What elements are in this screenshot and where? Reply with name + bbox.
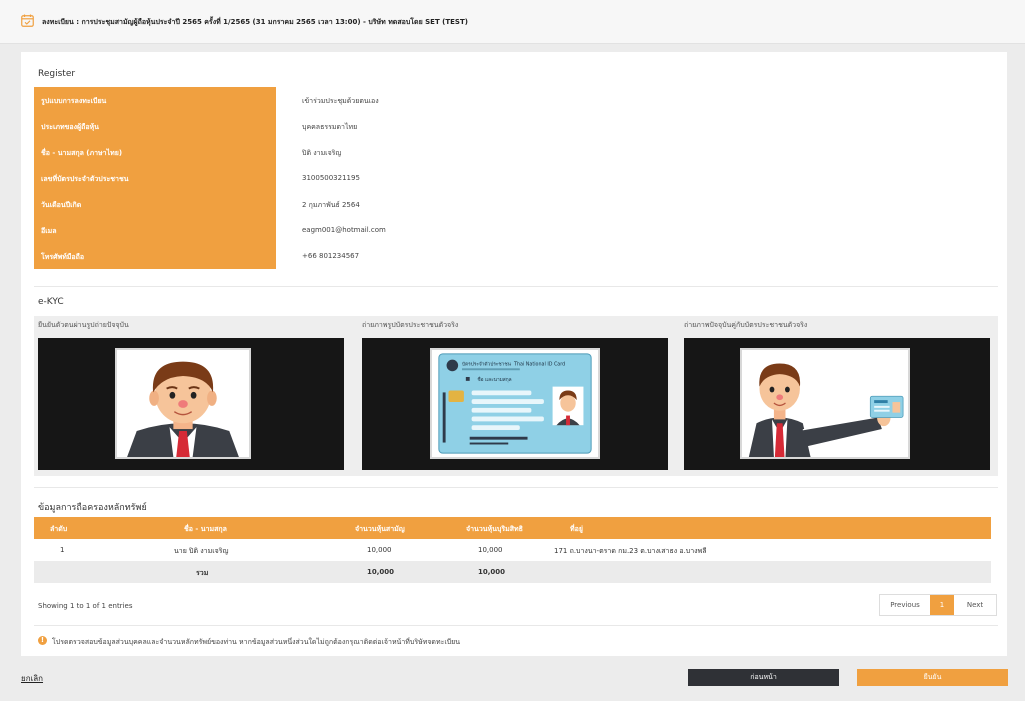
table-row: 1 นาย ปิติ งามเจริญ 10,000 10,000 171 ถ.…: [34, 539, 991, 561]
back-button[interactable]: ก่อนหน้า: [688, 669, 839, 686]
id-card-title-en: Thai National ID Card: [513, 361, 565, 367]
register-label-registration-type: รูปแบบการลงทะเบียน: [41, 97, 107, 105]
id-card-image: บัตรประจำตัวประชาชน Thai National ID Car…: [430, 348, 600, 459]
pagination-previous-button[interactable]: Previous: [880, 595, 930, 615]
register-value-registration-type: เข้าร่วมประชุมด้วยตนเอง: [302, 97, 379, 105]
page-title: ลงทะเบียน : การประชุมสามัญผู้ถือหุ้นประจ…: [42, 18, 468, 26]
register-label-id-number: เลขที่บัตรประจำตัวประชาชน: [41, 175, 129, 183]
register-label-email: อีเมล: [41, 227, 57, 235]
table-total-row: รวม 10,000 10,000: [34, 561, 991, 583]
cancel-link[interactable]: ยกเลิก: [21, 672, 43, 685]
calendar-icon: [21, 14, 34, 27]
ekyc-caption-selfie: ยืนยันตัวตนผ่านรูปถ่ายปัจจุบัน: [38, 321, 129, 329]
selfie-image: [115, 348, 251, 459]
info-icon: !: [38, 636, 47, 645]
id-card-title-th: บัตรประจำตัวประชาชน: [462, 361, 512, 367]
cell-address: 171 ถ.บางนา-ตราด กม.23 ต.บางเสาธง อ.บางพ…: [554, 547, 707, 555]
ekyc-caption-id-card: ถ่ายภาพรูปบัตรประชาชนตัวจริง: [362, 321, 459, 329]
col-header-preferred-shares: จำนวนหุ้นบุริมสิทธิ: [466, 525, 523, 533]
selfie-with-card-image: [740, 348, 910, 459]
id-card-name-label: ชื่อ และนามสกุล: [477, 376, 511, 383]
table-entries-info: Showing 1 to 1 of 1 entries: [38, 602, 133, 610]
register-label-mobile: โทรศัพท์มือถือ: [41, 253, 85, 261]
cell-preferred-shares: 10,000: [478, 546, 503, 554]
verification-notice: โปรดตรวจสอบข้อมูลส่วนบุคคลและจำนวนหลักทร…: [52, 638, 461, 646]
register-value-email: eagm001@hotmail.com: [302, 226, 386, 234]
register-value-birthdate: 2 กุมภาพันธ์ 2564: [302, 201, 360, 209]
total-common-shares: 10,000: [367, 568, 395, 576]
col-header-address: ที่อยู่: [570, 525, 583, 533]
cell-common-shares: 10,000: [367, 546, 392, 554]
pagination-next-button[interactable]: Next: [954, 595, 996, 615]
ekyc-caption-selfie-with-card: ถ่ายภาพปัจจุบันคู่กับบัตรประชาชนตัวจริง: [684, 321, 808, 329]
registration-card: Register รูปแบบการลงทะเบียน ประเภทของผู้…: [21, 52, 1007, 656]
register-label-name: ชื่อ - นามสกุล (ภาษาไทย): [41, 149, 123, 157]
ekyc-id-card-photo-box[interactable]: บัตรประจำตัวประชาชน Thai National ID Car…: [362, 338, 668, 470]
divider: [34, 286, 998, 287]
register-label-holder-type: ประเภทของผู้ถือหุ้น: [41, 123, 99, 131]
holdings-table-header: ลำดับ ชื่อ - นามสกุล จำนวนหุ้นสามัญ จำนว…: [34, 517, 991, 539]
holdings-section-title: ข้อมูลการถือครองหลักทรัพย์: [38, 503, 147, 513]
total-label: รวม: [196, 569, 209, 577]
register-value-mobile: +66 801234567: [302, 252, 360, 260]
cell-no: 1: [60, 546, 65, 554]
col-header-common-shares: จำนวนหุ้นสามัญ: [355, 525, 405, 533]
cell-name: นาย ปิติ งามเจริญ: [174, 547, 229, 555]
confirm-button[interactable]: ยืนยัน: [857, 669, 1008, 686]
ekyc-section-title: e-KYC: [38, 297, 64, 307]
id-card-icon: บัตรประจำตัวประชาชน Thai National ID Car…: [433, 350, 597, 457]
register-value-holder-type: บุคคลธรรมดาไทย: [302, 123, 358, 131]
divider: [34, 487, 998, 488]
register-value-id-number: 3100500321195: [302, 174, 360, 182]
register-label-birthdate: วันเดือนปีเกิด: [41, 201, 82, 209]
pagination: Previous 1 Next: [879, 594, 997, 616]
total-preferred-shares: 10,000: [478, 568, 506, 576]
col-header-name: ชื่อ - นามสกุล: [184, 525, 227, 533]
pagination-page-1[interactable]: 1: [930, 595, 954, 615]
register-section-title: Register: [38, 69, 76, 79]
divider: [34, 625, 998, 626]
register-value-name: ปิติ งามเจริญ: [302, 149, 342, 157]
ekyc-selfie-with-card-photo-box[interactable]: [684, 338, 990, 470]
person-holding-card-icon: [743, 350, 907, 457]
person-portrait-icon: [117, 350, 249, 457]
page-header: ลงทะเบียน : การประชุมสามัญผู้ถือหุ้นประจ…: [0, 0, 1025, 44]
col-header-no: ลำดับ: [50, 525, 68, 533]
ekyc-selfie-photo-box[interactable]: [38, 338, 344, 470]
